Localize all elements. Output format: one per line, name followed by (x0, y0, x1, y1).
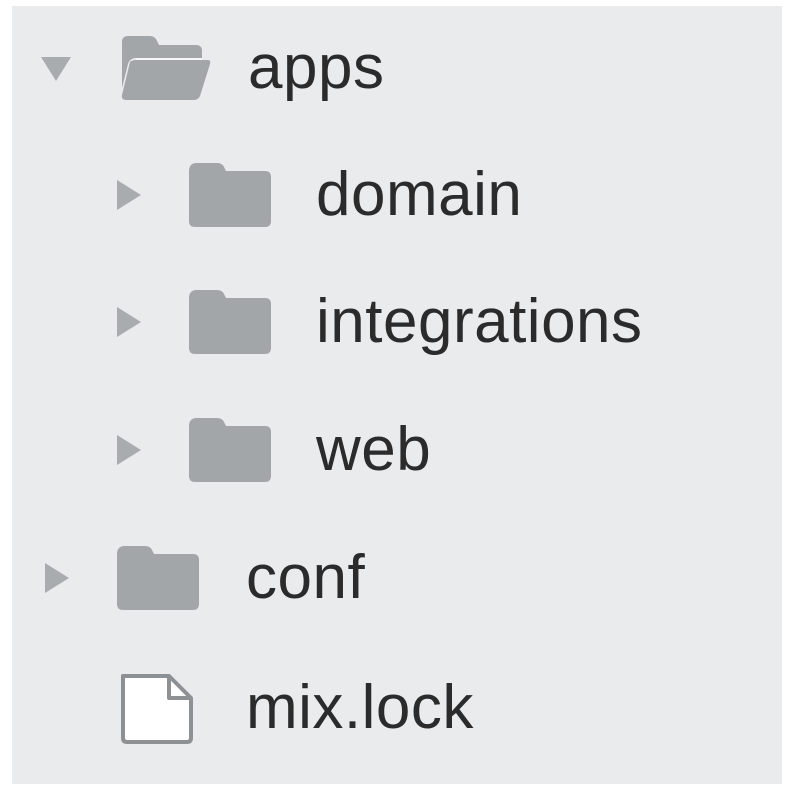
folder-icon (110, 538, 206, 618)
tree-item-label: integrations (316, 287, 643, 356)
chevron-right-icon[interactable] (36, 558, 76, 598)
folder-open-icon (116, 28, 212, 108)
chevron-down-icon[interactable] (36, 48, 76, 88)
folder-icon (182, 155, 278, 235)
tree-item-label: conf (246, 543, 366, 612)
tree-item-conf[interactable]: conf (12, 514, 782, 642)
chevron-right-icon[interactable] (108, 430, 148, 470)
tree-item-mix-lock[interactable]: mix.lock (12, 644, 782, 772)
file-icon (110, 668, 206, 748)
tree-item-domain[interactable]: domain (12, 131, 782, 259)
tree-item-web[interactable]: web (12, 386, 782, 514)
chevron-right-icon[interactable] (108, 175, 148, 215)
tree-item-integrations[interactable]: integrations (12, 258, 782, 386)
folder-icon (182, 410, 278, 490)
file-tree-panel: apps domain integrations web conf mix.lo… (12, 6, 782, 784)
tree-item-label: apps (248, 33, 385, 102)
tree-item-apps[interactable]: apps (12, 4, 782, 132)
tree-item-label: domain (316, 160, 523, 229)
tree-item-label: web (316, 415, 432, 484)
tree-item-label: mix.lock (246, 673, 474, 742)
chevron-right-icon[interactable] (108, 302, 148, 342)
folder-icon (182, 282, 278, 362)
